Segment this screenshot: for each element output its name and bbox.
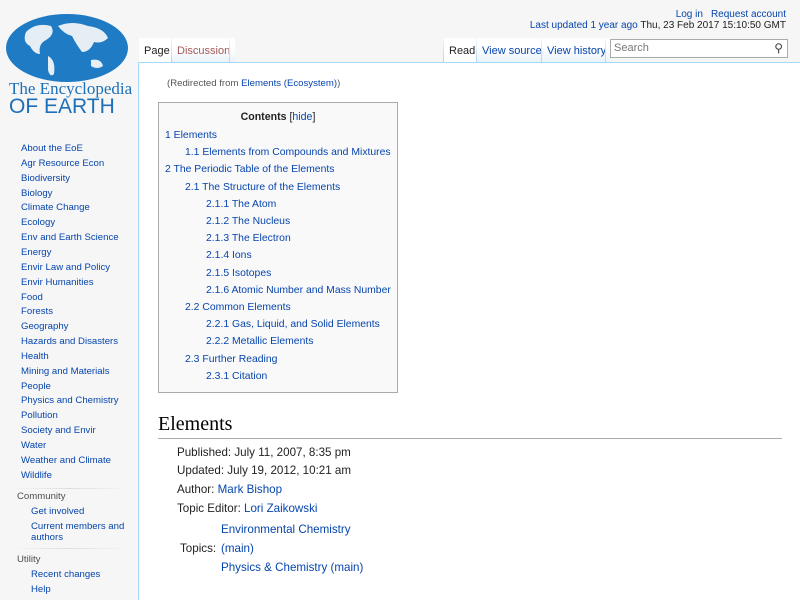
toc-entry[interactable]: 2.1.5 Isotopes <box>206 268 271 279</box>
published: Published: July 11, 2007, 8:35 pm <box>177 446 351 459</box>
sidebar-item[interactable]: Health <box>21 351 49 362</box>
personal-tools: Log in Request account <box>676 9 786 20</box>
globe-logo-icon: The Encyclopedia OF EARTH <box>6 14 133 118</box>
sidebar-item[interactable]: Biology <box>21 188 52 199</box>
toc-entry[interactable]: 1 Elements <box>165 130 217 141</box>
sidebar-item[interactable]: Weather and Climate <box>21 455 111 466</box>
sidebar-item-get-involved[interactable]: Get involved <box>31 506 131 518</box>
tab-read[interactable]: Read <box>444 38 481 62</box>
sidebar-item[interactable]: Wildlife <box>21 470 52 481</box>
tab-page[interactable]: Page <box>139 38 175 62</box>
topics-label: Topics: <box>180 542 217 555</box>
toc-entry[interactable]: 2 The Periodic Table of the Elements <box>165 164 334 175</box>
sidebar-item[interactable]: Physics and Chemistry <box>21 395 119 406</box>
topic-link[interactable]: (main) <box>221 542 254 555</box>
redirect-note: (Redirected from Elements (Ecosystem)) <box>167 78 341 89</box>
toc-entry[interactable]: 2.2.2 Metallic Elements <box>206 336 313 347</box>
toc-entry[interactable]: 2.3 Further Reading <box>185 354 277 365</box>
table-of-contents: Contents [hide] 1 Elements 1.1 Elements f… <box>158 102 398 393</box>
sidebar-item-help[interactable]: Help <box>31 584 131 596</box>
sidebar-item[interactable]: Society and Envir <box>21 425 96 436</box>
author-link[interactable]: Mark Bishop <box>218 483 282 496</box>
sidebar-item[interactable]: Mining and Materials <box>21 366 110 377</box>
sidebar-item[interactable]: Pollution <box>21 410 58 421</box>
toc-entry[interactable]: 2.1.3 The Electron <box>206 233 291 244</box>
toc-entry[interactable]: 2.2.1 Gas, Liquid, and Solid Elements <box>206 319 380 330</box>
toc-entry[interactable]: 2.1.4 Ions <box>206 250 252 261</box>
sidebar-item[interactable]: Forests <box>21 306 53 317</box>
toc-entry[interactable]: 2.3.1 Citation <box>206 371 267 382</box>
sidebar-item[interactable]: About the EoE <box>21 143 83 154</box>
toc-entry[interactable]: 2.1.6 Atomic Number and Mass Number <box>206 285 391 296</box>
sidebar-item[interactable]: Agr Resource Econ <box>21 158 104 169</box>
redirect-link[interactable]: Elements (Ecosystem) <box>241 78 337 89</box>
sidebar-item[interactable]: Envir Humanities <box>21 277 94 288</box>
sidebar-item[interactable]: Climate Change <box>21 202 90 213</box>
login-link[interactable]: Log in <box>676 9 703 20</box>
topic-editor: Topic Editor: Lori Zaikowski <box>177 502 318 515</box>
sidebar-item[interactable]: People <box>21 381 51 392</box>
sidebar-item[interactable]: Env and Earth Science <box>21 232 119 243</box>
toc-entry[interactable]: 2.2 Common Elements <box>185 302 291 313</box>
tab-view-history[interactable]: View history <box>542 38 612 62</box>
toc-entry[interactable]: 1.1 Elements from Compounds and Mixtures <box>185 147 391 158</box>
search-icon[interactable]: ⚲ <box>774 41 783 55</box>
sidebar-item-current-members[interactable]: Current members and authors <box>31 521 131 543</box>
sidebar-item-recent-changes[interactable]: Recent changes <box>31 569 131 581</box>
topic-link[interactable]: Environmental Chemistry <box>221 523 351 536</box>
sidebar-item[interactable]: Water <box>21 440 46 451</box>
content: (Redirected from Elements (Ecosystem)) C… <box>138 62 800 600</box>
sidebar-item[interactable]: Envir Law and Policy <box>21 262 110 273</box>
search-input[interactable]: Search ⚲ <box>610 39 788 58</box>
sidebar-item[interactable]: Energy <box>21 247 51 258</box>
editor-link[interactable]: Lori Zaikowski <box>244 502 317 515</box>
sidebar-item[interactable]: Hazards and Disasters <box>21 336 118 347</box>
toc-entry[interactable]: 2.1.1 The Atom <box>206 199 276 210</box>
sidebar-item[interactable]: Biodiversity <box>21 173 70 184</box>
updated: Updated: July 19, 2012, 10:21 am <box>177 464 352 477</box>
page-title: Elements <box>158 413 782 439</box>
tab-view-source[interactable]: View source <box>477 38 547 62</box>
request-account-link[interactable]: Request account <box>711 9 786 20</box>
toc-entry[interactable]: 2.1.2 The Nucleus <box>206 216 290 227</box>
last-updated-ago-link[interactable]: 1 year ago <box>590 20 637 31</box>
sidebar-item[interactable]: Food <box>21 292 43 303</box>
svg-text:OF EARTH: OF EARTH <box>9 95 115 114</box>
tab-discussion[interactable]: Discussion <box>172 38 236 62</box>
author: Author: Mark Bishop <box>177 483 283 496</box>
utility-heading: Utility <box>17 554 41 565</box>
topic-link[interactable]: Physics & Chemistry (main) <box>221 561 363 574</box>
logo[interactable]: The Encyclopedia OF EARTH <box>6 12 133 118</box>
sidebar-item[interactable]: Ecology <box>21 217 55 228</box>
last-updated: Last updated 1 year ago Thu, 23 Feb 2017… <box>529 20 786 31</box>
toc-hide-link[interactable]: hide <box>292 111 312 123</box>
community-heading: Community <box>17 491 66 502</box>
toc-title: Contents <box>240 111 287 123</box>
sidebar-item[interactable]: Geography <box>21 321 68 332</box>
toc-entry[interactable]: 2.1 The Structure of the Elements <box>185 182 340 193</box>
